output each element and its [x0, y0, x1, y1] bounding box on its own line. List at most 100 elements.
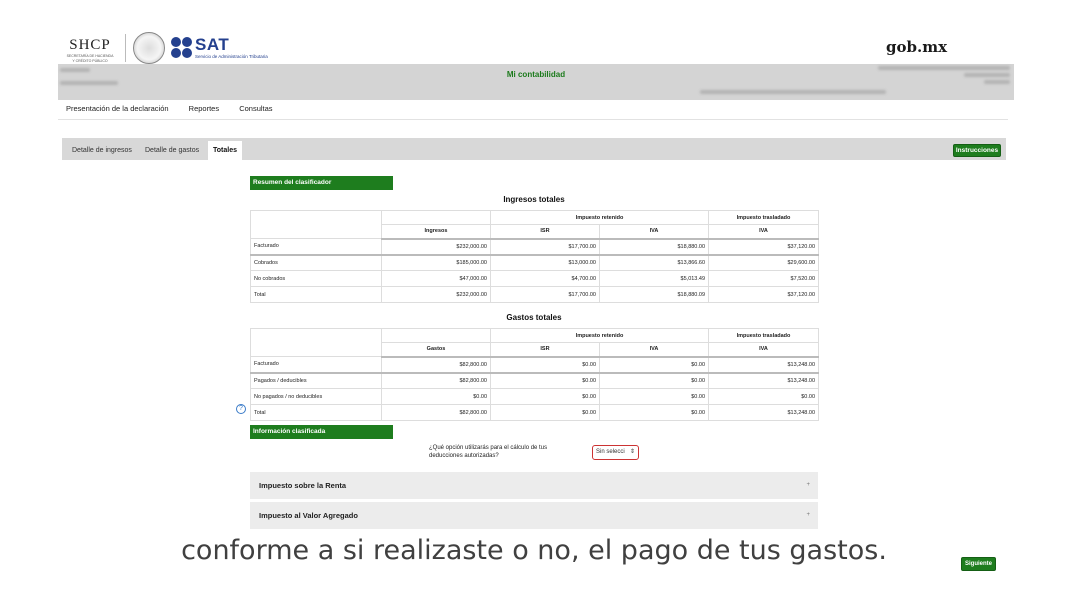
blurred-user-info [878, 66, 1010, 70]
accordion-isr[interactable]: Impuesto sobre la Renta + [250, 472, 818, 499]
gastos-table-title: Gastos totales [506, 313, 562, 322]
row-label: Total [250, 286, 382, 303]
deducciones-select[interactable]: Sin selecci ⇕ [592, 445, 639, 460]
nav-item-presentacion[interactable]: Presentación de la declaración [66, 104, 169, 113]
cell-value: $7,520.00 [708, 270, 820, 287]
ingresos-table-title: Ingresos totales [503, 195, 565, 204]
cell-value: $0.00 [490, 388, 600, 405]
cell-value: $17,700.00 [490, 238, 600, 256]
nav-item-consultas[interactable]: Consultas [239, 104, 272, 113]
table-row: No pagados / no deducibles $0.00 $0.00 $… [250, 388, 820, 405]
shcp-logo: SHCP SECRETARÍA DE HACIENDA Y CRÉDITO PÚ… [60, 37, 120, 64]
row-label: Facturado [250, 356, 382, 374]
blurred-user-info [964, 73, 1010, 77]
expand-plus-icon[interactable]: + [806, 472, 810, 499]
table-row: Facturado $232,000.00 $17,700.00 $18,880… [250, 238, 820, 256]
table-row: Cobrados $185,000.00 $13,000.00 $13,866.… [250, 254, 820, 271]
tabs-bar: Detalle de ingresos Detalle de gastos To… [62, 138, 1006, 160]
siguiente-button[interactable]: Siguiente [961, 557, 996, 571]
header-gastos: Gastos [381, 342, 491, 358]
accordion-label: Impuesto sobre la Renta [259, 481, 347, 490]
row-label: No cobrados [250, 270, 382, 287]
info-section-header: Información clasificada [250, 425, 393, 439]
table-row: No cobrados $47,000.00 $4,700.00 $5,013.… [250, 270, 820, 287]
cell-value: $29,600.00 [708, 254, 820, 271]
cell-value: $37,120.00 [708, 286, 820, 303]
resumen-section-header: Resumen del clasificador [250, 176, 393, 190]
blurred-user-info [60, 68, 90, 72]
tab-detalle-gastos[interactable]: Detalle de gastos [140, 141, 204, 160]
cell-value: $0.00 [598, 356, 710, 374]
cell-value: $13,866.60 [598, 254, 710, 271]
cell-value: $232,000.00 [381, 286, 491, 303]
cell-value: $13,248.00 [708, 372, 820, 389]
gob-mx-logo[interactable]: gob.mx [886, 38, 947, 56]
cell-value: $0.00 [381, 388, 491, 405]
cell-value: $4,700.00 [490, 270, 600, 287]
cell-value: $13,248.00 [708, 356, 820, 374]
cell-value: $0.00 [708, 388, 820, 405]
header-iva-retenido: IVA [598, 224, 710, 240]
header-isr: ISR [490, 342, 600, 358]
cell-value: $185,000.00 [381, 254, 491, 271]
top-nav: Presentación de la declaración Reportes … [66, 104, 291, 113]
sat-logo-text: SAT [195, 35, 230, 54]
help-icon[interactable]: ? [236, 404, 246, 414]
row-label: Facturado [250, 238, 382, 256]
nav-divider [58, 119, 1008, 120]
cell-value: $0.00 [598, 372, 710, 389]
cell-value: $82,800.00 [381, 404, 491, 421]
cell-value: $13,248.00 [708, 404, 820, 421]
cell-value: $47,000.00 [381, 270, 491, 287]
cell-value: $0.00 [598, 404, 710, 421]
header-impuesto-retenido: Impuesto retenido [489, 210, 710, 225]
shcp-logo-text: SHCP [69, 37, 111, 53]
cell-value: $13,000.00 [490, 254, 600, 271]
header-impuesto-retenido: Impuesto retenido [489, 328, 710, 343]
header-impuesto-trasladado: Impuesto trasladado [708, 210, 820, 225]
sat-logo-subtitle: Servicio de Administración Tributaria [195, 54, 268, 59]
row-label: Total [250, 404, 382, 421]
video-subtitle: conforme a si realizaste o no, el pago d… [181, 535, 887, 566]
gastos-table: Impuesto retenido Impuesto trasladado Ga… [250, 328, 820, 421]
top-header: SHCP SECRETARÍA DE HACIENDA Y CRÉDITO PÚ… [0, 0, 1068, 64]
blurred-user-info [700, 90, 886, 94]
blurred-user-info [984, 80, 1010, 84]
cell-value: $0.00 [490, 404, 600, 421]
logo-divider [125, 34, 126, 62]
national-seal-icon [133, 32, 165, 64]
cell-value: $18,880.00 [598, 238, 710, 256]
header-isr: ISR [490, 224, 600, 240]
cell-value: $18,880.09 [598, 286, 710, 303]
cell-value: $232,000.00 [381, 238, 491, 256]
header-iva-trasladado: IVA [708, 342, 820, 358]
header-iva-trasladado: IVA [708, 224, 820, 240]
cell-value: $0.00 [490, 372, 600, 389]
table-row: Total $232,000.00 $17,700.00 $18,880.09 … [250, 286, 820, 303]
header-ingresos: Ingresos [381, 224, 491, 240]
row-label: Pagados / deducibles [250, 372, 382, 389]
accordion-label: Impuesto al Valor Agregado [259, 511, 358, 520]
table-row: Total $82,800.00 $0.00 $0.00 $13,248.00 [250, 404, 820, 421]
sat-logo-icon [171, 37, 193, 59]
tab-detalle-ingresos[interactable]: Detalle de ingresos [67, 141, 137, 160]
shcp-logo-subtitle-1: SECRETARÍA DE HACIENDA [66, 54, 114, 58]
nav-item-reportes[interactable]: Reportes [189, 104, 219, 113]
deducciones-question: ¿Qué opción utilizarás para el cálculo d… [429, 445, 548, 459]
shcp-logo-subtitle-2: Y CRÉDITO PÚBLICO [72, 59, 108, 63]
expand-plus-icon[interactable]: + [806, 502, 810, 529]
blurred-user-info [60, 81, 118, 85]
cell-value: $17,700.00 [490, 286, 600, 303]
accordion-iva[interactable]: Impuesto al Valor Agregado + [250, 502, 818, 529]
instrucciones-button[interactable]: Instrucciones [953, 144, 1001, 157]
cell-value: $37,120.00 [708, 238, 820, 256]
header-iva-retenido: IVA [598, 342, 710, 358]
row-label: No pagados / no deducibles [250, 388, 382, 405]
select-value: Sin selecci [596, 449, 625, 455]
row-label: Cobrados [250, 254, 382, 271]
account-banner: Mi contabilidad [58, 64, 1014, 100]
cell-value: $5,013.49 [598, 270, 710, 287]
cell-value: $82,800.00 [381, 356, 491, 374]
tab-totales[interactable]: Totales [208, 141, 242, 160]
table-row: Facturado $82,800.00 $0.00 $0.00 $13,248… [250, 356, 820, 374]
